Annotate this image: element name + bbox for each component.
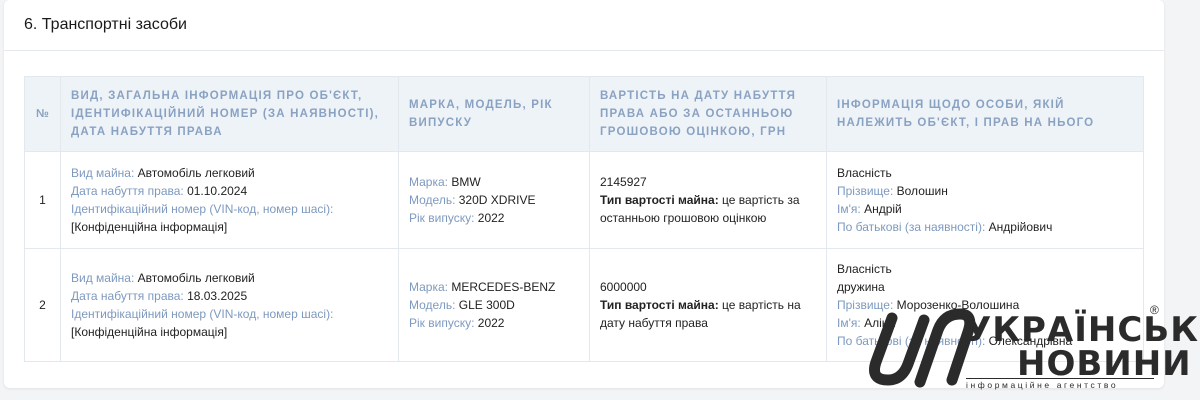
acquisition-date-label: Дата набуття права: [71,289,184,303]
name-label: Ім'я: [837,202,861,216]
value-cell: 6000000 Тип вартості майна: це вартість … [589,248,827,362]
vin-label: Ідентифікаційний номер (VIN-код, номер ш… [71,307,334,321]
header-brand-model: Марка, модель, рік випуску [398,76,590,152]
logo-wordmark: УКРАЇНСЬКІ НОВИНИ [965,313,1200,381]
header-object-info: Вид, загальна інформація про об'єкт, іде… [60,76,399,152]
right-type: Власність [837,262,892,276]
year-value: 2022 [477,316,505,330]
price-value: 6000000 [600,280,647,294]
surname-label: Прізвище: [837,184,894,198]
logo-subtitle: інформаційне агентство [966,378,1154,390]
brand-label: Марка: [409,175,448,189]
header-value: Вартість на дату набуття права або за ос… [589,76,827,152]
logo-line2: НОВИНИ [1017,344,1192,384]
price-value: 2145927 [600,175,647,189]
object-info-cell: Вид майна: Автомобіль легковий Дата набу… [60,248,399,362]
brand-model-cell: Марка: MERCEDES-BENZ Модель: GLE 300D Рі… [398,248,590,362]
model-value: GLE 300D [458,298,515,312]
patronymic-value: Андрійович [988,220,1053,234]
price-type-label: Тип вартості майна: [600,193,719,207]
model-label: Модель: [409,193,456,207]
property-type-label: Вид майна: [71,271,135,285]
table-row: 1 Вид майна: Автомобіль легковий Дата на… [24,151,1144,249]
section-title: 6. Транспортні засоби [4,0,1164,51]
vin-value: [Конфіденційна інформація] [71,220,228,234]
year-value: 2022 [477,211,505,225]
year-label: Рік випуску: [409,316,475,330]
price-type-value: це вартість на [722,298,801,312]
brand-label: Марка: [409,280,448,294]
value-cell: 2145927 Тип вартості майна: це вартість … [589,151,827,249]
table-header-row: № Вид, загальна інформація про об'єкт, і… [24,76,1144,152]
brand-model-cell: Марка: BMW Модель: 320D XDRIVE Рік випус… [398,151,590,249]
header-number: № [24,76,61,152]
owner-info-cell: Власність Прізвище: Волошин Ім'я: Андрій… [826,151,1144,249]
acquisition-date-label: Дата набуття права: [71,184,184,198]
property-type-value: Автомобіль легковий [137,271,255,285]
patronymic-label: По батькові (за наявності): [837,220,986,234]
price-type-label: Тип вартості майна: [600,298,719,312]
object-info-cell: Вид майна: Автомобіль легковий Дата набу… [60,151,399,249]
name-value: Андрій [864,202,902,216]
acquisition-date-value: 18.03.2025 [187,289,248,303]
property-type-value: Автомобіль легковий [137,166,255,180]
row-number: 2 [24,248,61,362]
model-value: 320D XDRIVE [458,193,536,207]
vin-value: [Конфіденційна інформація] [71,325,228,339]
right-type: Власність [837,166,892,180]
name-label: Ім'я: [837,316,861,330]
acquisition-date-value: 01.10.2024 [187,184,248,198]
brand-value: BMW [451,175,481,189]
price-type-value-cont: дату набуття права [600,316,708,330]
price-type-value-cont: останньою грошовою оцінкою [600,211,767,225]
relation: дружина [837,280,885,294]
vin-label: Ідентифікаційний номер (VIN-код, номер ш… [71,202,334,216]
surname-value: Волошин [896,184,948,198]
model-label: Модель: [409,298,456,312]
property-type-label: Вид майна: [71,166,135,180]
header-owner-info: Інформація щодо особи, якій належить об'… [826,76,1144,152]
registered-mark: ® [1150,303,1159,317]
price-type-value: це вартість за [722,193,800,207]
year-label: Рік випуску: [409,211,475,225]
row-number: 1 [24,151,61,249]
brand-value: MERCEDES-BENZ [451,280,556,294]
